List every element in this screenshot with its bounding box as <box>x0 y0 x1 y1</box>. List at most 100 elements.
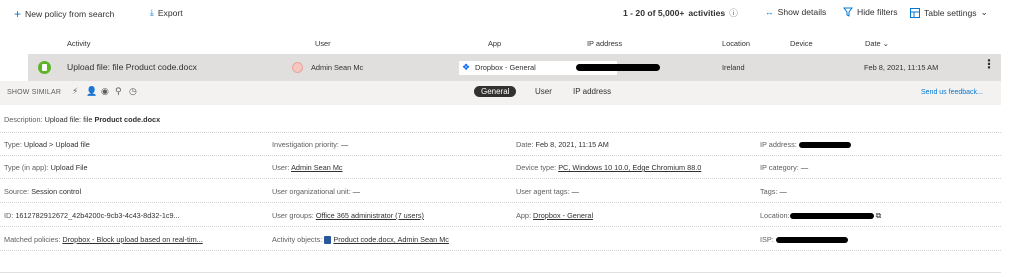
selected-activity-row[interactable]: Upload file: file Product code.docx Admi… <box>28 54 1001 81</box>
details-row-3: Source: Session control User organizatio… <box>0 178 1001 203</box>
column-header-date[interactable]: Date ⌄ <box>865 39 889 48</box>
description-row: Description: Upload file: file Product c… <box>0 105 1001 133</box>
export-button[interactable]: ⤓ Export <box>150 7 183 18</box>
show-details-label: Show details <box>777 7 827 17</box>
app-link[interactable]: Dropbox - General <box>533 211 593 220</box>
org-unit-field: User organizational unit: — <box>272 187 360 196</box>
activity-objects-label: Activity objects: <box>272 235 323 244</box>
user-avatar <box>292 62 303 73</box>
user-groups-field: User groups: Office 365 administrator (7… <box>272 211 424 220</box>
user-label: User: <box>272 163 290 172</box>
external-link-icon[interactable]: ⧉ <box>876 211 882 220</box>
filter-icon <box>843 7 853 17</box>
ip-category-value: — <box>800 163 809 172</box>
description-label: Description: <box>4 115 43 124</box>
type-in-app-field: Type (in app): Upload File <box>4 163 88 172</box>
chevron-down-icon: ⌄ <box>980 7 988 17</box>
activity-objects-field: Activity objects: Product code.docx, Adm… <box>272 235 449 245</box>
plus-icon: + <box>14 7 22 21</box>
user-agent-tags-label: User agent tags: <box>516 187 570 196</box>
source-field: Source: Session control <box>4 187 81 196</box>
details-row-1: Type: Upload > Upload file Investigation… <box>0 132 1001 156</box>
type-field: Type: Upload > Upload file <box>4 140 90 149</box>
device-type-field: Device type: PC, Windows 10 10.0, Edge C… <box>516 163 701 172</box>
tab-ip-address[interactable]: IP address <box>566 86 618 97</box>
hide-filters-label: Hide filters <box>857 7 898 17</box>
column-header-location[interactable]: Location <box>722 39 750 48</box>
user-cell[interactable]: Admin Sean Mc <box>311 63 363 72</box>
show-details-button[interactable]: ↔ Show details <box>765 7 826 17</box>
details-row-2: Type (in app): Upload File User: Admin S… <box>0 155 1001 179</box>
user-groups-link[interactable]: Office 365 administrator (7 users) <box>316 211 424 220</box>
investigation-priority-field: Investigation priority: — <box>272 140 348 149</box>
date-label: Date: <box>516 140 534 149</box>
count-range: 1 - 20 of 5,000+ <box>623 8 685 18</box>
isp-field: ISP: <box>760 235 848 244</box>
tags-field: Tags: — <box>760 187 787 196</box>
dropbox-icon: ❖ <box>462 62 471 72</box>
user-link[interactable]: Admin Sean Mc <box>291 163 343 172</box>
isp-label: ISP: <box>760 235 774 244</box>
date-field: Date: Feb 8, 2021, 11:15 AM <box>516 140 609 149</box>
ip-icon[interactable]: ◉ <box>101 86 109 97</box>
ip-category-field: IP category: — <box>760 163 808 172</box>
investigation-priority-label: Investigation priority: <box>272 140 339 149</box>
column-header-app[interactable]: App <box>488 39 501 48</box>
hide-filters-button[interactable]: Hide filters <box>843 7 898 17</box>
user-field: User: Admin Sean Mc <box>272 163 343 172</box>
id-field: ID: 1612782912672_42b4200c-9cb3-4c43-8d3… <box>4 211 180 220</box>
details-row-4: ID: 1612782912672_42b4200c-9cb3-4c43-8d3… <box>0 202 1001 227</box>
activity-cell: Upload file: file Product code.docx <box>67 62 197 72</box>
more-options-icon[interactable]: ⋮ <box>983 57 995 71</box>
matched-policies-field: Matched policies: Dropbox - Block upload… <box>4 235 203 244</box>
activity-count: 1 - 20 of 5,000+ activities ⓘ <box>623 7 738 19</box>
org-unit-value: — <box>352 187 361 196</box>
export-label: Export <box>157 7 183 18</box>
tab-general[interactable]: General <box>474 86 517 97</box>
column-header-activity[interactable]: Activity <box>67 39 90 48</box>
id-label: ID: <box>4 211 14 220</box>
table-icon <box>910 7 920 18</box>
location-pin-icon[interactable]: ⚲ <box>115 86 122 97</box>
location-field: Location: ⧉ <box>760 211 881 221</box>
device-type-label: Device type: <box>516 163 557 172</box>
ip-address-label: IP address: <box>760 140 797 149</box>
app-field: App: Dropbox - General <box>516 211 593 220</box>
ip-category-label: IP category: <box>760 163 799 172</box>
device-type-link[interactable]: PC, Windows 10 10.0, Edge Chromium 88.0 <box>558 163 701 172</box>
activity-type-icon[interactable]: ⚡ <box>72 86 78 97</box>
app-cell[interactable]: Dropbox - General <box>475 63 536 72</box>
table-settings-label: Table settings <box>924 7 977 18</box>
details-row-5: Matched policies: Dropbox - Block upload… <box>0 226 1001 251</box>
column-header-ip[interactable]: IP address <box>587 39 622 48</box>
location-label: Location: <box>760 211 790 220</box>
table-settings-button[interactable]: Table settings ⌄ <box>910 7 988 18</box>
user-icon[interactable]: 👤 <box>86 86 97 97</box>
location-cell: Ireland <box>722 63 745 72</box>
column-header-device[interactable]: Device <box>790 39 813 48</box>
type-in-app-label: Type (in app): <box>4 163 49 172</box>
new-policy-button[interactable]: + New policy from search <box>14 7 114 21</box>
show-similar-label: SHOW SIMILAR <box>7 89 62 96</box>
investigation-priority-value: — <box>340 140 349 149</box>
app-label: App: <box>516 211 532 220</box>
user-agent-tags-value: — <box>571 187 579 196</box>
expand-arrows-icon: ↔ <box>765 7 774 17</box>
download-icon: ⤓ <box>150 7 154 17</box>
type-value: Upload > Upload file <box>23 140 90 149</box>
send-feedback-link[interactable]: Send us feedback... <box>921 89 983 96</box>
activity-objects-link[interactable]: Product code.docx, Admin Sean Mc <box>333 235 449 244</box>
info-icon: ⓘ <box>729 8 738 18</box>
matched-policies-label: Matched policies: <box>4 235 61 244</box>
column-header-user[interactable]: User <box>315 39 331 48</box>
matched-policy-link[interactable]: Dropbox - Block upload based on real-tim… <box>62 235 202 244</box>
tab-user[interactable]: User <box>528 86 559 97</box>
org-unit-label: User organizational unit: <box>272 187 351 196</box>
ip-address-field: IP address: <box>760 140 851 149</box>
user-agent-tags-field: User agent tags: — <box>516 187 579 196</box>
source-label: Source: <box>4 187 30 196</box>
type-label: Type: <box>4 140 22 149</box>
clock-icon[interactable]: ◷ <box>129 86 137 97</box>
isp-redacted <box>775 237 848 244</box>
count-label: activities <box>688 8 726 18</box>
